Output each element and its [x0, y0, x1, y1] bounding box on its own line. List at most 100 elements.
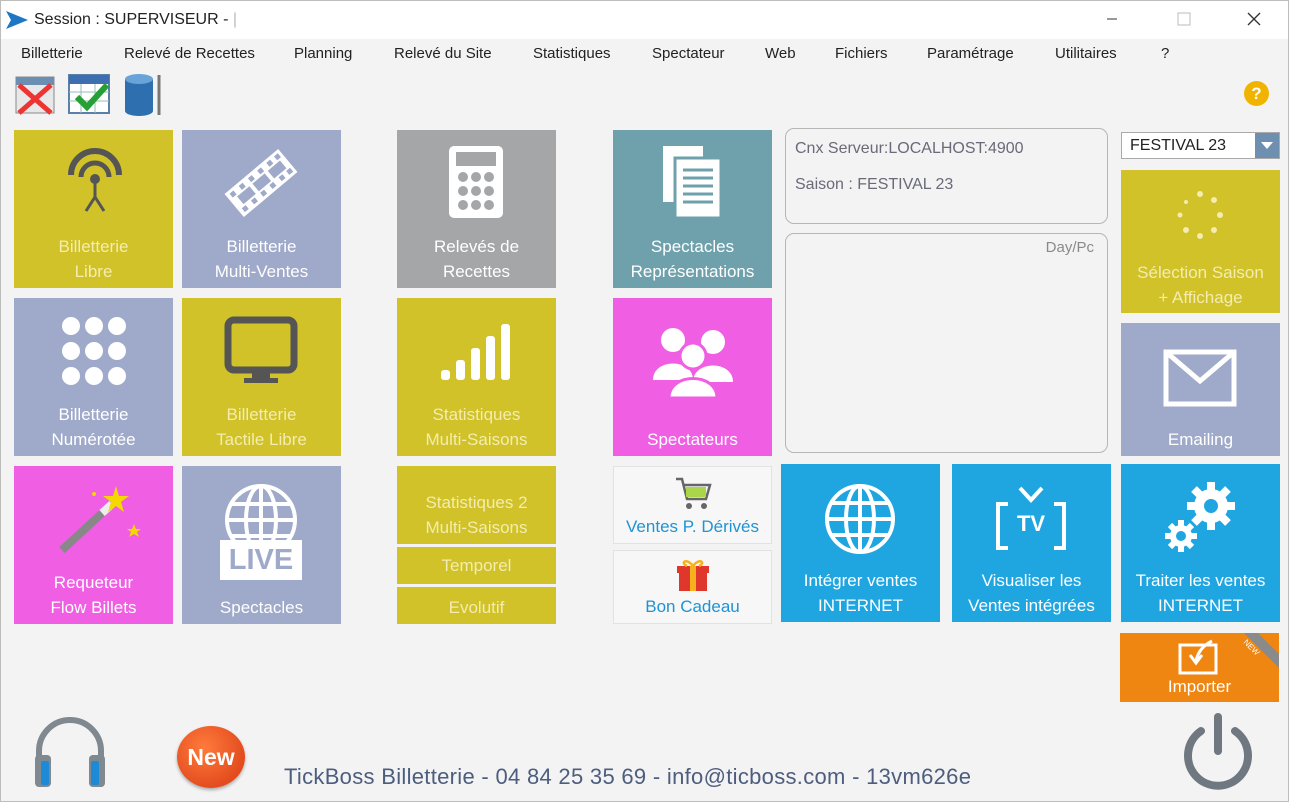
tile-statistiques-2[interactable]: Statistiques 2 Multi-Saisons	[397, 466, 556, 544]
headset-support-icon[interactable]	[31, 713, 109, 791]
tv-label: TV	[1016, 511, 1046, 536]
shopping-cart-icon	[676, 477, 712, 509]
envelope-icon	[1163, 349, 1237, 407]
menu-fichiers[interactable]: Fichiers	[835, 45, 888, 62]
power-icon[interactable]	[1181, 713, 1255, 791]
menu-parametrage[interactable]: Paramétrage	[927, 45, 1014, 62]
tile-label-line2: INTERNET	[818, 596, 903, 615]
menu-billetterie[interactable]: Billetterie	[21, 45, 83, 62]
minimize-button[interactable]	[1089, 1, 1135, 37]
menu-bar: Billetterie Relevé de Recettes Planning …	[1, 39, 1288, 69]
tile-integrer-ventes-internet[interactable]: Intégrer ventes INTERNET	[781, 464, 940, 622]
title-bar: Session : SUPERVISEUR - |	[1, 1, 1288, 39]
tile-label-line1: Traiter les ventes	[1135, 571, 1266, 590]
tile-ventes-produits-derives[interactable]: Ventes P. Dérivés	[613, 466, 772, 544]
import-icon	[1178, 639, 1218, 675]
tile-label: Bon Cadeau	[645, 597, 740, 616]
tile-label-line1: Visualiser les	[981, 571, 1082, 590]
server-connection-text: Cnx Serveur:LOCALHOST:4900	[795, 140, 1024, 157]
tile-label-line2: Multi-Saisons	[425, 518, 528, 537]
tile-evolutif[interactable]: Evolutif	[397, 587, 556, 624]
tile-label: Emailing	[1167, 430, 1234, 449]
tile-label: Spectateurs	[647, 430, 738, 449]
calendar-check-icon[interactable]	[67, 71, 113, 117]
menu-releve-de-recettes[interactable]: Relevé de Recettes	[124, 45, 255, 62]
tile-releves-de-recettes[interactable]: Relevés de Recettes	[397, 130, 556, 288]
tile-importer[interactable]: NEW Importer	[1120, 633, 1279, 702]
tile-spectateurs[interactable]: Spectateurs	[613, 298, 772, 456]
season-select-value: FESTIVAL 23	[1130, 137, 1227, 154]
menu-utilitaires[interactable]: Utilitaires	[1055, 45, 1117, 62]
tile-label-line2: Libre	[74, 262, 113, 281]
tile-traiter-ventes-internet[interactable]: Traiter les ventes INTERNET	[1121, 464, 1280, 622]
tile-statistiques-multi-saisons[interactable]: Statistiques Multi-Saisons	[397, 298, 556, 456]
help-icon[interactable]: ?	[1244, 81, 1269, 106]
season-text: Saison : FESTIVAL 23	[795, 176, 954, 193]
maximize-icon	[1177, 12, 1191, 26]
tile-label-line1: Spectacles	[650, 237, 735, 256]
tile-label-line2: Flow Billets	[50, 598, 137, 617]
tile-billetterie-libre[interactable]: Billetterie Libre	[14, 130, 173, 288]
tile-billetterie-numerotee[interactable]: Billetterie Numérotée	[14, 298, 173, 456]
close-button[interactable]	[1231, 1, 1277, 37]
tile-billetterie-multi-ventes[interactable]: Billetterie Multi-Ventes	[182, 130, 341, 288]
tile-visualiser-ventes-integrees[interactable]: TV Visualiser les Ventes intégrées	[952, 464, 1111, 622]
calculator-icon	[449, 146, 503, 218]
tile-label-line1: Billetterie	[58, 405, 129, 424]
magic-wand-icon	[59, 486, 141, 553]
menu-spectateur[interactable]: Spectateur	[652, 45, 725, 62]
antenna-icon	[68, 148, 122, 212]
tile-billetterie-tactile-libre[interactable]: Billetterie Tactile Libre	[182, 298, 341, 456]
tile-label-line1: Requeteur	[53, 573, 134, 592]
season-select[interactable]: FESTIVAL 23	[1121, 132, 1280, 159]
tile-spectacles-live[interactable]: LIVE Spectacles	[182, 466, 341, 624]
tile-label: Temporel	[441, 556, 512, 575]
tile-label: Ventes P. Dérivés	[626, 517, 759, 536]
gears-icon	[1165, 482, 1235, 552]
keypad-dots-icon	[62, 317, 126, 385]
menu-releve-du-site[interactable]: Relevé du Site	[394, 45, 492, 62]
tile-label-line1: Relevés de	[433, 237, 520, 256]
maximize-button[interactable]	[1161, 1, 1207, 37]
tile-label-line1: Billetterie	[226, 405, 297, 424]
tile-label-line1: Statistiques 2	[425, 493, 528, 512]
menu-planning[interactable]: Planning	[294, 45, 352, 62]
menu-web[interactable]: Web	[765, 45, 796, 62]
tile-label-line1: Intégrer ventes	[803, 571, 918, 590]
documents-icon	[663, 146, 723, 220]
menu-help[interactable]: ?	[1161, 45, 1169, 62]
film-strip-icon	[224, 149, 298, 217]
tile-label-line1: Sélection Saison	[1137, 263, 1264, 282]
app-window: Session : SUPERVISEUR - | Billetterie Re…	[0, 0, 1289, 802]
log-panel: Day/Pc	[785, 233, 1108, 453]
new-badge[interactable]: New	[177, 726, 245, 788]
tile-spectacles-representations[interactable]: Spectacles Représentations	[613, 130, 772, 288]
log-header: Day/Pc	[1045, 239, 1094, 256]
tile-label-line1: Billetterie	[58, 237, 129, 256]
tile-bon-cadeau[interactable]: Bon Cadeau	[613, 550, 772, 624]
tile-label-line2: Recettes	[442, 262, 511, 281]
window-title: Session : SUPERVISEUR - |	[34, 11, 238, 28]
tile-label-line2: Multi-Ventes	[214, 262, 309, 281]
database-icon[interactable]	[121, 71, 167, 117]
tile-label-line2: Ventes intégrées	[968, 596, 1095, 615]
chevron-down-icon[interactable]	[1255, 133, 1279, 158]
menu-statistiques[interactable]: Statistiques	[533, 45, 611, 62]
close-icon	[1247, 12, 1261, 26]
cancel-ticket-icon[interactable]	[13, 71, 59, 117]
tile-label-line2: Représentations	[630, 262, 755, 281]
app-logo-icon	[6, 11, 28, 29]
loading-spinner-icon	[1177, 191, 1223, 239]
tile-temporel[interactable]: Temporel	[397, 547, 556, 584]
footer-contact: TickBoss Billetterie - 04 84 25 35 69 - …	[284, 764, 972, 789]
tile-emailing[interactable]: Emailing	[1121, 323, 1280, 456]
tile-label-line1: Billetterie	[226, 237, 297, 256]
tile-label-line1: Statistiques	[432, 405, 521, 424]
tile-label-line2: Multi-Saisons	[425, 430, 528, 449]
server-info-panel: Cnx Serveur:LOCALHOST:4900 Saison : FEST…	[785, 128, 1108, 224]
tile-requeteur-flow-billets[interactable]: Requeteur Flow Billets	[14, 466, 173, 624]
tile-label-line2: Tactile Libre	[216, 430, 307, 449]
signal-bars-icon	[441, 324, 510, 380]
tile-label: Importer	[1167, 677, 1232, 696]
tile-selection-saison[interactable]: Sélection Saison + Affichage	[1121, 170, 1280, 313]
